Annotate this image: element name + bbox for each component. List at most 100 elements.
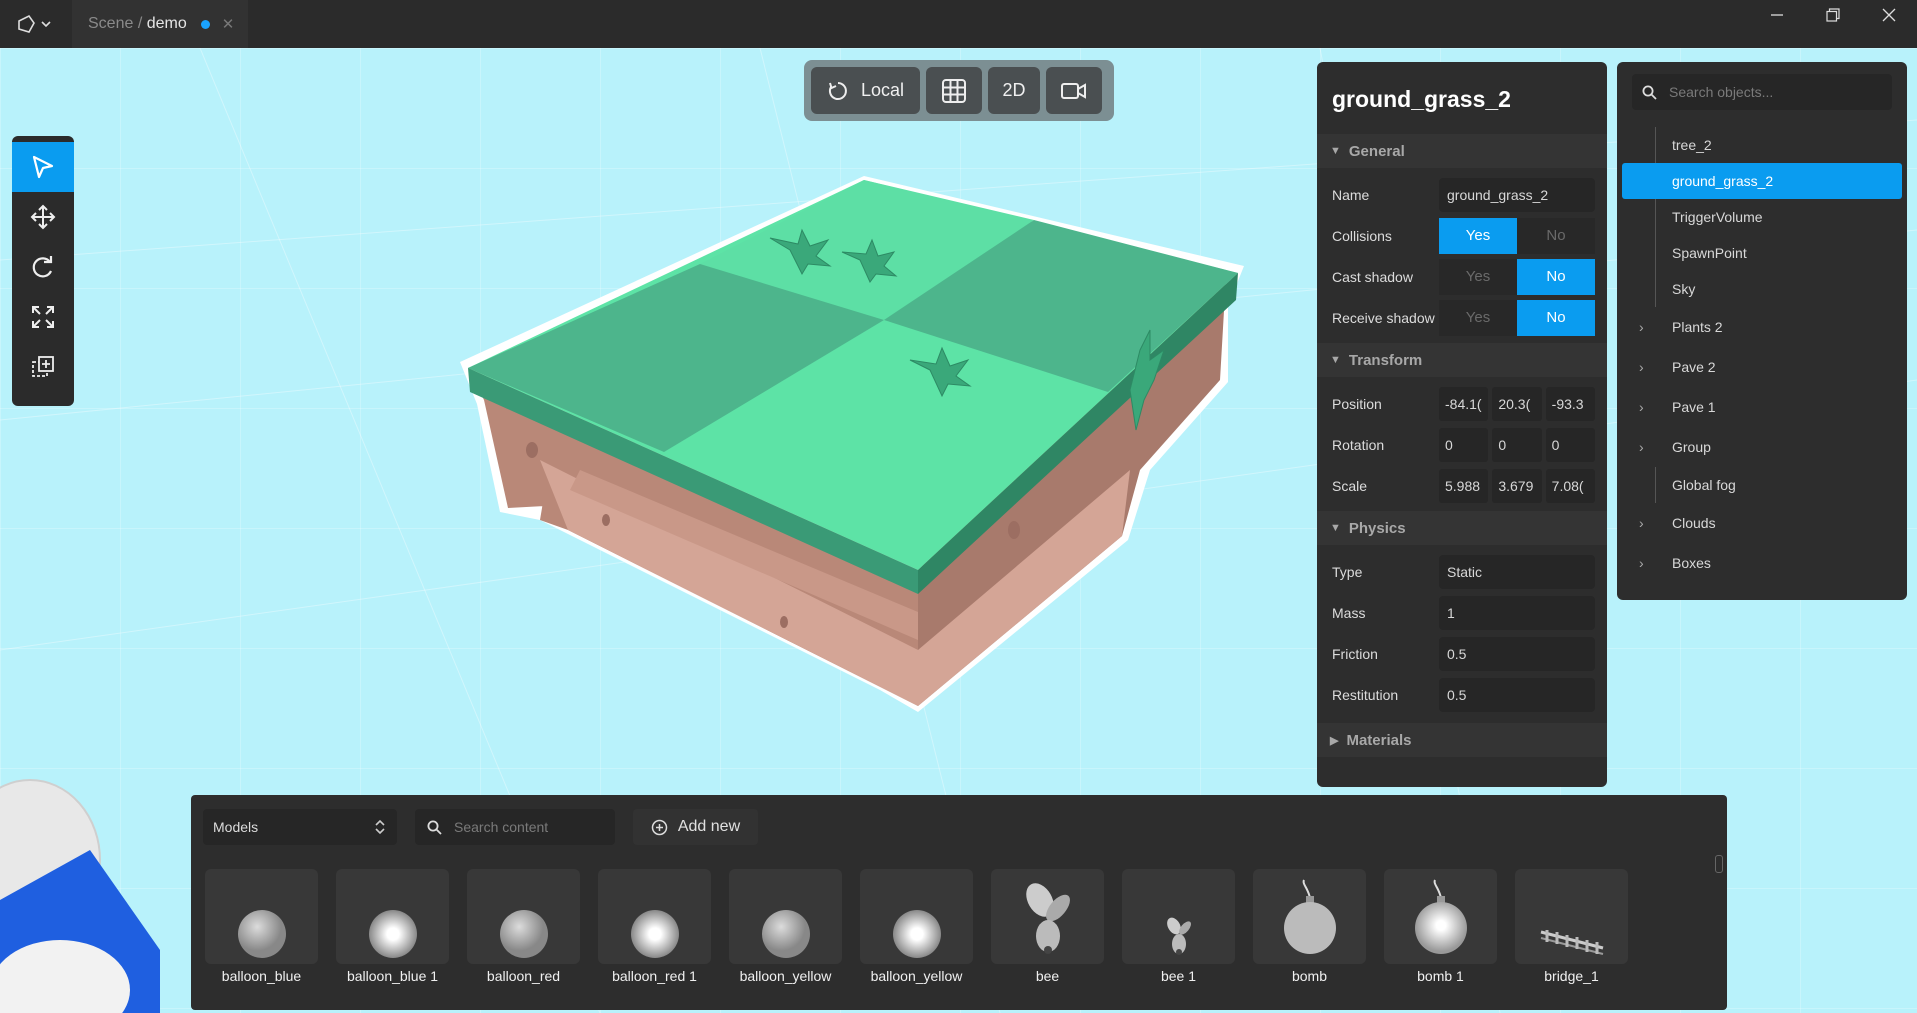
collisions-yes-button[interactable]: Yes — [1439, 217, 1517, 254]
chevron-right-icon[interactable]: › — [1639, 515, 1672, 531]
content-category-select[interactable]: Models — [203, 809, 397, 845]
content-scrollbar[interactable] — [1715, 855, 1723, 873]
move-tool-icon — [30, 204, 56, 230]
content-item[interactable]: bomb — [1253, 869, 1366, 984]
outliner-group[interactable]: › Pave 1 — [1617, 387, 1907, 427]
outliner-group[interactable]: › Clouds — [1617, 503, 1907, 543]
scene-tab[interactable]: Scene / demo ✕ — [72, 0, 248, 48]
outliner-item-label: Global fog — [1672, 477, 1736, 493]
content-item[interactable]: balloon_yellow — [729, 869, 842, 984]
section-physics[interactable]: ▼ Physics — [1317, 511, 1607, 545]
content-toolbar: Models Search content Add new — [203, 809, 758, 845]
outliner-item[interactable]: tree_2 — [1617, 127, 1907, 163]
collisions-label: Collisions — [1332, 227, 1392, 244]
outliner-group[interactable]: › Plants 2 — [1617, 307, 1907, 347]
camera-button[interactable] — [1046, 67, 1102, 114]
content-item[interactable]: bridge_1 — [1515, 869, 1628, 984]
rotation-z-field[interactable]: 0 — [1545, 427, 1595, 462]
outliner-item[interactable]: TriggerVolume — [1617, 199, 1907, 235]
add-new-button[interactable]: Add new — [633, 809, 758, 845]
bridge-thumbnail — [1515, 869, 1628, 964]
local-space-toggle[interactable]: Local — [811, 67, 920, 114]
select-tool[interactable] — [12, 142, 74, 192]
content-item[interactable]: bomb 1 — [1384, 869, 1497, 984]
chevron-right-icon[interactable]: › — [1639, 399, 1672, 415]
outliner-item-label: Pave 2 — [1672, 359, 1716, 375]
friction-field[interactable]: 0.5 — [1439, 636, 1595, 671]
outliner-item-label: ground_grass_2 — [1672, 173, 1774, 189]
bomb-thumbnail — [1384, 869, 1497, 964]
maximize-button[interactable] — [1805, 0, 1861, 30]
content-item[interactable]: balloon_yellow — [860, 869, 973, 984]
content-item[interactable]: bee — [991, 869, 1104, 984]
caret-down-icon: ▼ — [1330, 145, 1341, 157]
outliner-group[interactable]: › Pave 2 — [1617, 347, 1907, 387]
close-window-button[interactable] — [1861, 0, 1917, 30]
grid-toggle[interactable] — [926, 67, 982, 114]
content-search-placeholder: Search content — [454, 819, 549, 835]
mode-2d-toggle[interactable]: 2D — [988, 67, 1040, 114]
app-menu-button[interactable] — [0, 0, 65, 48]
outliner-item-label: SpawnPoint — [1672, 245, 1747, 261]
restitution-field[interactable]: 0.5 — [1439, 677, 1595, 712]
receive-shadow-no-button[interactable]: No — [1517, 299, 1595, 336]
add-box-tool[interactable] — [12, 342, 74, 392]
rotate-tool[interactable] — [12, 242, 74, 292]
chevron-down-icon — [40, 21, 51, 28]
scale-y-field[interactable]: 3.679 — [1492, 468, 1542, 503]
content-item-label: balloon_red — [486, 968, 561, 984]
content-item[interactable]: balloon_red 1 — [598, 869, 711, 984]
chevron-right-icon[interactable]: › — [1639, 319, 1672, 335]
name-field[interactable]: ground_grass_2 — [1439, 177, 1595, 212]
chevron-right-icon[interactable]: › — [1639, 555, 1672, 571]
section-transform[interactable]: ▼ Transform — [1317, 343, 1607, 377]
position-y-field[interactable]: 20.3( — [1492, 386, 1542, 421]
collisions-no-button[interactable]: No — [1517, 217, 1595, 254]
outliner-item-selected[interactable]: ground_grass_2 — [1622, 163, 1902, 199]
section-materials[interactable]: ▶ Materials — [1317, 723, 1607, 757]
content-item-label: balloon_red 1 — [612, 968, 697, 984]
caret-down-icon: ▼ — [1330, 522, 1341, 534]
outliner-group[interactable]: › Group — [1617, 427, 1907, 467]
type-row: Type Static — [1317, 551, 1607, 592]
position-x-field[interactable]: -84.1( — [1439, 386, 1489, 421]
scale-x-field[interactable]: 5.988 — [1439, 468, 1489, 503]
content-item[interactable]: balloon_blue 1 — [336, 869, 449, 984]
chevron-right-icon[interactable]: › — [1639, 439, 1672, 455]
close-tab-icon[interactable]: ✕ — [222, 15, 235, 33]
outliner-item-label: TriggerVolume — [1672, 209, 1763, 225]
rotation-x-field[interactable]: 0 — [1439, 427, 1489, 462]
outliner-item[interactable]: Global fog — [1617, 467, 1907, 503]
minimize-button[interactable] — [1749, 0, 1805, 30]
mass-label: Mass — [1332, 604, 1366, 621]
chevron-right-icon[interactable]: › — [1639, 359, 1672, 375]
content-item-label: bomb — [1291, 968, 1328, 984]
rotation-y-field[interactable]: 0 — [1492, 427, 1542, 462]
receive-shadow-yes-button[interactable]: Yes — [1439, 299, 1517, 336]
cast-shadow-yes-button[interactable]: Yes — [1439, 258, 1517, 295]
type-select[interactable]: Static — [1439, 554, 1595, 589]
scale-z-field[interactable]: 7.08( — [1545, 468, 1595, 503]
outliner-group[interactable]: › Boxes — [1617, 543, 1907, 583]
outliner-item[interactable]: SpawnPoint — [1617, 235, 1907, 271]
mass-field[interactable]: 1 — [1439, 595, 1595, 630]
move-tool[interactable] — [12, 192, 74, 242]
section-general[interactable]: ▼ General — [1317, 134, 1607, 168]
content-search-input[interactable]: Search content — [415, 809, 615, 845]
receive-shadow-row: Receive shadow Yes No — [1317, 297, 1607, 338]
position-z-field[interactable]: -93.3 — [1545, 386, 1595, 421]
local-label: Local — [860, 80, 905, 100]
outliner-item[interactable]: Sky — [1617, 271, 1907, 307]
content-item[interactable]: bee 1 — [1122, 869, 1235, 984]
restitution-row: Restitution 0.5 — [1317, 674, 1607, 715]
viewport-toolbar: Local 2D — [804, 60, 1114, 121]
section-physics-label: Physics — [1348, 519, 1406, 537]
name-row: Name ground_grass_2 — [1317, 174, 1607, 215]
content-item[interactable]: balloon_red — [467, 869, 580, 984]
section-general-label: General — [1348, 142, 1405, 160]
cast-shadow-no-button[interactable]: No — [1517, 258, 1595, 295]
content-item[interactable]: balloon_blue — [205, 869, 318, 984]
scale-tool[interactable] — [12, 292, 74, 342]
content-browser: Models Search content Add new balloon_bl… — [191, 795, 1727, 1010]
outliner-search-input[interactable]: Search objects... — [1632, 74, 1892, 110]
